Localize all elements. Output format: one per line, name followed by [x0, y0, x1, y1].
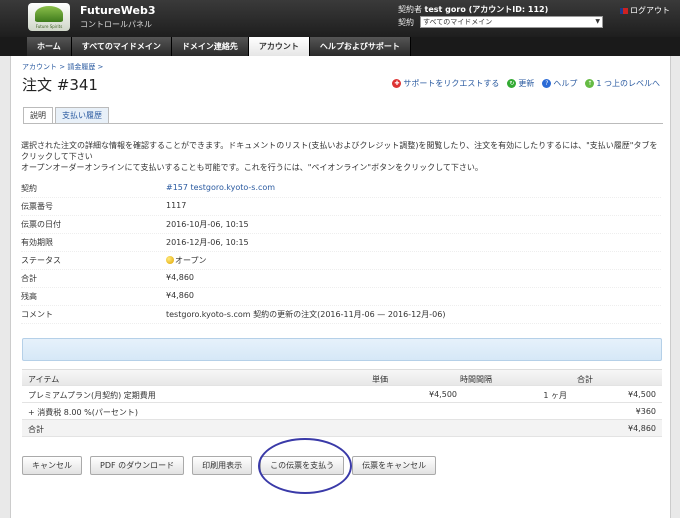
main-content: アカウント > 請金履歴 > 注文 #341 ✚ サポートをリクエストする ↻ …	[10, 56, 671, 518]
row-interval: 1 ヶ月	[543, 391, 567, 400]
date-value: 2016-10月-06, 10:15	[166, 220, 249, 229]
refresh-icon: ↻	[507, 79, 517, 88]
tab-payment-history[interactable]: 支払い履歴	[55, 107, 109, 123]
tab-bar: 説明 支払い履歴	[23, 107, 109, 123]
comment-value: testgoro.kyoto-s.com 契約の更新の注文(2016-11月-0…	[166, 310, 446, 319]
help-icon: ?	[542, 79, 552, 88]
header-total: 合計	[577, 375, 593, 384]
app-subtitle: コントロールパネル	[80, 20, 152, 29]
detail-row-invoice: 伝票番号 1117	[21, 198, 661, 216]
refresh-link[interactable]: ↻ 更新	[507, 78, 534, 89]
contract-label: 契約	[21, 184, 37, 193]
detail-row-total: 合計 ¥4,860	[21, 270, 661, 288]
comment-label: コメント	[21, 310, 53, 319]
cancel-invoice-button[interactable]: 伝票をキャンセル	[352, 456, 437, 475]
arrow-up-icon: ↑	[585, 79, 595, 88]
tab-divider	[23, 123, 663, 124]
action-buttons: キャンセル PDF のダウンロード 印刷用表示 この伝票を支払う 伝票をキャンセ…	[22, 456, 437, 475]
detail-row-balance: 残高 ¥4,860	[21, 288, 661, 306]
status-value: オープン	[166, 255, 207, 266]
app-name: FutureWeb3	[80, 4, 156, 17]
expiry-label: 有効期限	[21, 238, 53, 247]
sum-label: 合計	[28, 425, 44, 434]
chevron-down-icon: ▼	[595, 18, 600, 25]
tax-item-name: + 消費税 8.00 %(パーセント)	[28, 408, 138, 417]
contract-label: 契約	[398, 17, 414, 27]
nav-all-domains[interactable]: すべてのマイドメイン	[71, 37, 172, 56]
status-label: ステータス	[21, 256, 61, 265]
header: Future Spirits FutureWeb3 コントロールパネル 契約者 …	[0, 0, 680, 37]
page-title: 注文 #341	[22, 76, 98, 94]
nav-home[interactable]: ホーム	[27, 37, 72, 56]
nav-help-support[interactable]: ヘルプおよびサポート	[309, 37, 411, 56]
company-logo[interactable]: Future Spirits	[28, 3, 70, 31]
balance-value: ¥4,860	[166, 291, 194, 300]
invoice-value: 1117	[166, 201, 187, 210]
row-total: ¥4,500	[628, 390, 656, 399]
account-name: test goro (アカウントID: 112)	[424, 5, 549, 14]
page-actions: ✚ サポートをリクエストする ↻ 更新 ? ヘルプ ↑ 1 つ上のレベルへ	[392, 78, 660, 89]
contract-select-value: すべてのマイドメイン	[423, 18, 493, 26]
detail-row-status: ステータス オープン	[21, 252, 661, 270]
header-unit-price: 単価	[372, 375, 388, 384]
print-view-button[interactable]: 印刷用表示	[192, 456, 253, 475]
table-header: アイテム 単価 時間間隔 合計	[22, 369, 662, 386]
nav-bar: ホーム すべてのマイドメイン ドメイン連絡先 アカウント ヘルプおよびサポート	[27, 37, 411, 56]
nav-account[interactable]: アカウント	[248, 37, 310, 56]
detail-row-expiry: 有効期限 2016-12月-06, 10:15	[21, 234, 661, 252]
flag-icon	[620, 7, 628, 14]
row-unit-price: ¥4,500	[429, 390, 457, 399]
total-value: ¥4,860	[166, 273, 194, 282]
info-bar	[22, 338, 662, 361]
contract-select[interactable]: すべてのマイドメイン ▼	[420, 16, 603, 28]
detail-row-contract: 契約 #157 testgoro.kyoto-s.com	[21, 180, 661, 198]
invoice-details: 契約 #157 testgoro.kyoto-s.com 伝票番号 1117 伝…	[21, 180, 661, 324]
logout-link[interactable]: ログアウト	[620, 5, 670, 16]
help-label: ヘルプ	[553, 79, 578, 88]
help-link[interactable]: ? ヘルプ	[542, 78, 577, 89]
table-row: プレミアムプラン(月契約) 定期費用 ¥4,500 1 ヶ月 ¥4,500	[22, 386, 662, 403]
request-support-link[interactable]: ✚ サポートをリクエストする	[392, 78, 499, 89]
header-interval: 時間間隔	[460, 375, 492, 384]
account-prefix: 契約者	[398, 5, 422, 14]
logout-label: ログアウト	[630, 6, 670, 15]
cancel-button[interactable]: キャンセル	[22, 456, 82, 475]
line-items-table: アイテム 単価 時間間隔 合計 プレミアムプラン(月契約) 定期費用 ¥4,50…	[22, 369, 662, 437]
table-row-sum: 合計 ¥4,860	[22, 420, 662, 437]
refresh-label: 更新	[518, 79, 535, 88]
description: 選択された注文の詳細な情報を確認することができます。ドキュメントのリスト(支払い…	[21, 140, 661, 173]
invoice-label: 伝票番号	[21, 202, 53, 211]
logo-mark-icon	[35, 6, 63, 22]
contract-selector-row: 契約 すべてのマイドメイン ▼	[398, 16, 603, 28]
status-open-icon	[166, 256, 174, 264]
header-item: アイテム	[28, 375, 60, 384]
logo-text: Future Spirits	[35, 24, 63, 29]
account-info: 契約者 test goro (アカウントID: 112)	[398, 4, 548, 15]
expiry-value: 2016-12月-06, 10:15	[166, 238, 249, 247]
request-support-label: サポートをリクエストする	[403, 79, 500, 88]
highlight-circle-annotation	[258, 438, 352, 494]
tab-description[interactable]: 説明	[23, 107, 53, 123]
pdf-download-button[interactable]: PDF のダウンロード	[90, 456, 185, 475]
tax-total: ¥360	[635, 407, 656, 416]
up-level-link[interactable]: ↑ 1 つ上のレベルへ	[585, 78, 660, 89]
detail-row-comment: コメント testgoro.kyoto-s.com 契約の更新の注文(2016-…	[21, 306, 661, 324]
nav-domain-contacts[interactable]: ドメイン連絡先	[171, 37, 249, 56]
total-label: 合計	[21, 274, 37, 283]
up-level-label: 1 つ上のレベルへ	[596, 79, 660, 88]
row-item-name: プレミアムプラン(月契約) 定期費用	[28, 391, 156, 400]
table-row-tax: + 消費税 8.00 %(パーセント) ¥360	[22, 403, 662, 420]
description-line-1: 選択された注文の詳細な情報を確認することができます。ドキュメントのリスト(支払い…	[21, 141, 658, 161]
balance-label: 残高	[21, 292, 37, 301]
description-line-2: オープンオーダーオンラインにて支払いすることも可能です。これを行うには、"ペイオ…	[21, 163, 483, 172]
date-label: 伝票の日付	[21, 220, 61, 229]
breadcrumb[interactable]: アカウント > 請金履歴 >	[22, 62, 103, 72]
main-nav: ホーム すべてのマイドメイン ドメイン連絡先 アカウント ヘルプおよびサポート	[0, 37, 680, 56]
contract-link[interactable]: #157 testgoro.kyoto-s.com	[166, 183, 275, 192]
support-icon: ✚	[392, 79, 402, 88]
detail-row-date: 伝票の日付 2016-10月-06, 10:15	[21, 216, 661, 234]
sum-total: ¥4,860	[628, 424, 656, 433]
status-text: オープン	[175, 256, 207, 265]
contract-value: #157 testgoro.kyoto-s.com	[166, 183, 275, 192]
